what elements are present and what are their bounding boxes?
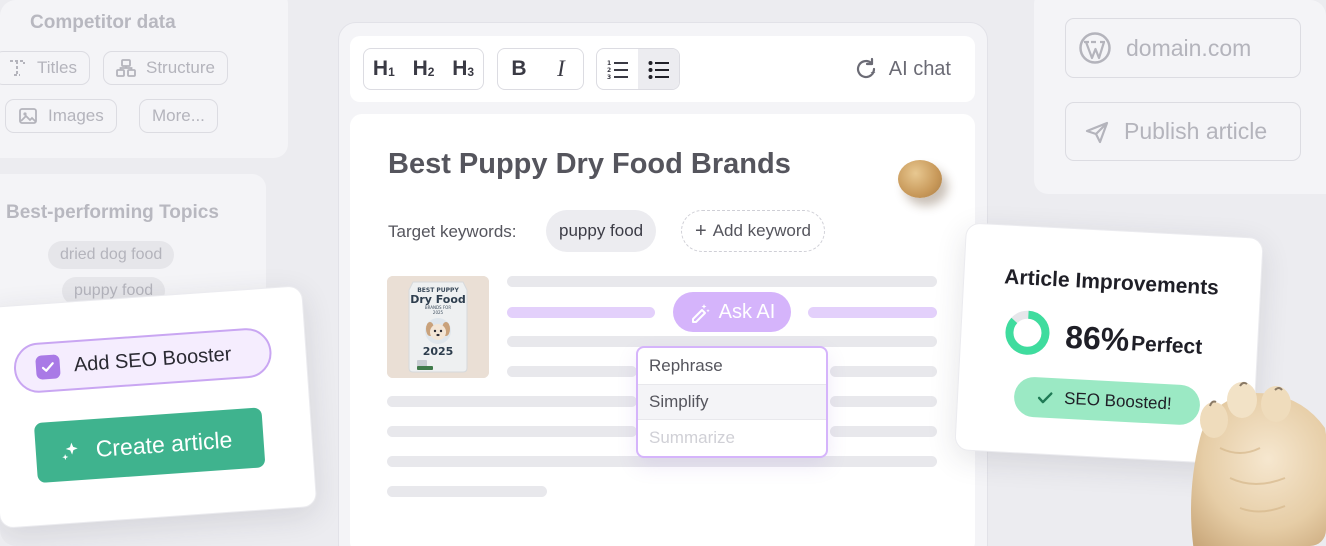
heading1-button[interactable]: H1	[364, 49, 404, 89]
text-line	[830, 396, 937, 407]
kibble-decoration	[898, 160, 942, 198]
ordered-list-icon[interactable]: 123	[597, 49, 638, 89]
dog-paw-decoration	[1191, 381, 1326, 546]
text-line	[507, 276, 937, 287]
check-icon	[1037, 392, 1053, 404]
chip-structure-label: Structure	[146, 58, 215, 77]
text-line	[830, 426, 937, 437]
chip-images[interactable]: Images	[5, 99, 117, 133]
menu-item-summarize[interactable]: Summarize	[638, 420, 826, 456]
screenshot-frame: Competitor data Titles Structure Images …	[0, 0, 1326, 546]
chip-more-label: More...	[152, 106, 205, 125]
editor-toolbar: H1 H2 H3 B I 123 AI chat	[350, 36, 975, 102]
heading2-button[interactable]: H2	[404, 49, 444, 89]
domain-field[interactable]: domain.com	[1065, 18, 1301, 78]
chip-titles[interactable]: Titles	[0, 51, 90, 85]
domain-label: domain.com	[1126, 34, 1252, 61]
seo-boosted-badge: SEO Boosted!	[1013, 376, 1201, 426]
publish-article-label: Publish article	[1124, 118, 1268, 144]
ask-ai-label: Ask AI	[718, 300, 776, 323]
seo-booster-toggle[interactable]: Add SEO Booster	[12, 326, 274, 395]
image-icon	[19, 108, 37, 124]
create-article-button[interactable]: Create article	[33, 407, 266, 484]
chip-images-label: Images	[48, 106, 104, 125]
article-title[interactable]: Best Puppy Dry Food Brands	[388, 148, 791, 181]
list-group: 123	[596, 48, 680, 90]
chip-structure[interactable]: Structure	[103, 51, 228, 85]
text-line	[387, 396, 637, 407]
seo-boosted-label: SEO Boosted!	[1063, 388, 1173, 414]
chip-more[interactable]: More...	[139, 99, 218, 133]
target-keywords-label: Target keywords:	[388, 222, 517, 241]
format-group: B I	[497, 48, 584, 90]
topic-chip[interactable]: dried dog food	[48, 241, 175, 269]
selected-text-line	[507, 307, 655, 318]
structure-icon	[116, 59, 136, 77]
improvement-label: Perfect	[1130, 332, 1203, 359]
ai-action-menu: Rephrase Simplify Summarize	[636, 346, 828, 458]
publish-article-button[interactable]: Publish article	[1065, 102, 1301, 161]
titles-icon	[10, 60, 25, 76]
ask-ai-button[interactable]: Ask AI	[673, 292, 791, 332]
svg-text:2025: 2025	[433, 310, 444, 315]
competitor-data-title: Competitor data	[30, 12, 176, 33]
svg-text:2: 2	[607, 67, 611, 74]
wordpress-icon	[1079, 32, 1111, 64]
improvement-percent: 86%	[1064, 318, 1131, 359]
add-keyword-label: Add keyword	[712, 221, 811, 240]
add-keyword-button[interactable]: + Add keyword	[681, 210, 825, 252]
document-canvas[interactable]: Best Puppy Dry Food Brands Target keywor…	[350, 114, 975, 546]
text-line	[507, 366, 637, 377]
improvements-title: Article Improvements	[1003, 265, 1220, 300]
checkbox-checked-icon[interactable]	[35, 354, 61, 380]
ai-chat-refresh-icon	[856, 57, 876, 79]
selected-text-line	[808, 307, 937, 318]
sparkle-icon	[62, 442, 78, 461]
bullet-list-icon[interactable]	[638, 49, 679, 89]
keyword-chip[interactable]: puppy food	[546, 210, 657, 252]
menu-item-simplify[interactable]: Simplify	[638, 384, 826, 420]
heading3-button[interactable]: H3	[443, 49, 483, 89]
chip-titles-label: Titles	[37, 58, 77, 77]
ai-chat-label: AI chat	[888, 57, 951, 80]
text-line	[387, 426, 637, 437]
topics-title: Best-performing Topics	[6, 202, 219, 223]
bold-button[interactable]: B	[498, 49, 540, 89]
magic-pen-icon	[691, 304, 710, 323]
svg-text:1: 1	[607, 60, 611, 67]
create-article-label: Create article	[94, 425, 234, 462]
article-image[interactable]: BEST PUPPY Dry Food BRANDS FOR 2025 2025	[387, 276, 489, 378]
competitor-data-panel: Competitor data Titles Structure Images …	[0, 0, 288, 158]
seo-booster-label: Add SEO Booster	[73, 342, 233, 376]
italic-button[interactable]: I	[540, 49, 582, 89]
plus-icon: +	[695, 219, 707, 242]
heading-group: H1 H2 H3	[363, 48, 484, 90]
create-article-card: Add SEO Booster Create article	[0, 285, 318, 529]
svg-text:3: 3	[607, 74, 611, 79]
svg-text:2025: 2025	[423, 345, 454, 358]
progress-donut	[1005, 310, 1050, 355]
text-line	[830, 366, 937, 377]
text-line	[387, 486, 547, 497]
send-icon	[1085, 121, 1109, 143]
ai-chat-button[interactable]: AI chat	[853, 56, 951, 82]
menu-item-rephrase[interactable]: Rephrase	[638, 348, 826, 384]
